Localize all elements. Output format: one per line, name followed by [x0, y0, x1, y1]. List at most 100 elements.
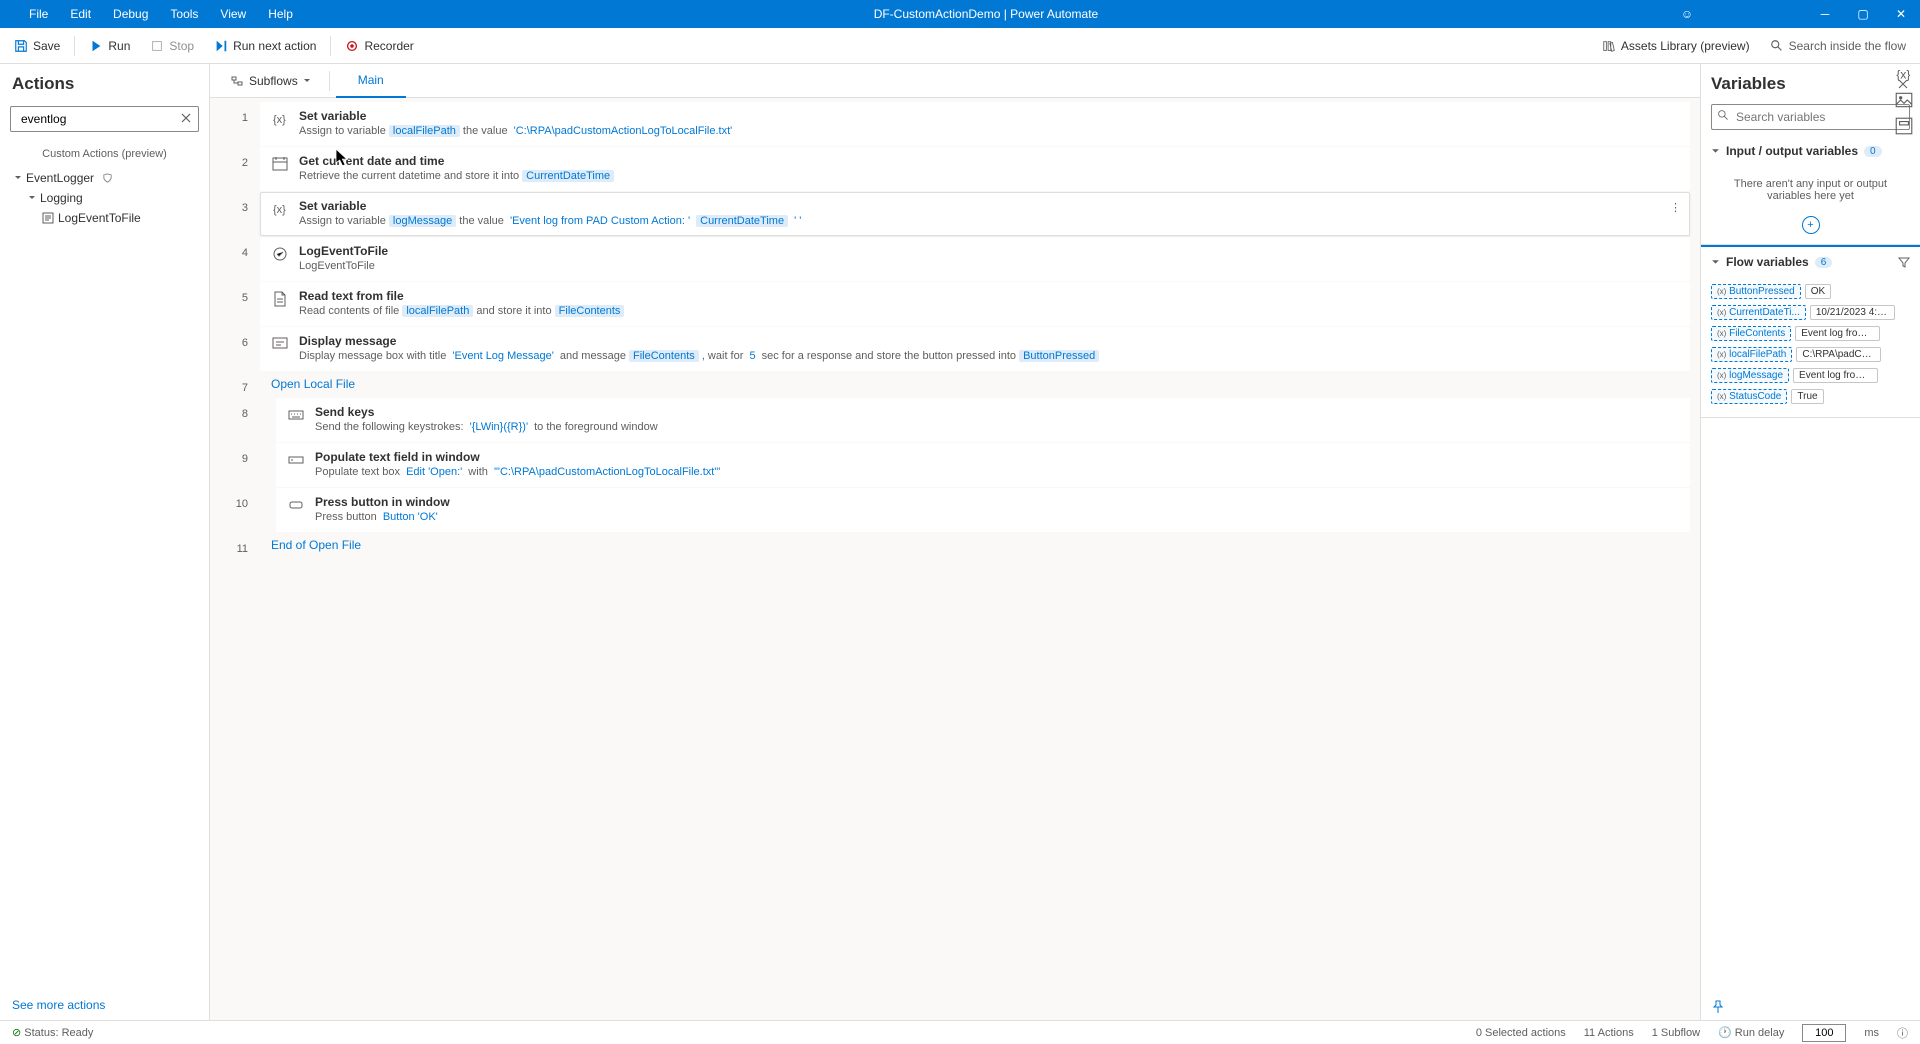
titlebar: File Edit Debug Tools View Help DF-Custo…: [0, 0, 1920, 28]
window-title: DF-CustomActionDemo | Power Automate: [304, 7, 1668, 21]
user-area[interactable]: [1706, 0, 1806, 28]
clear-search-icon[interactable]: [179, 111, 193, 125]
tabs-bar: Subflows Main: [210, 64, 1700, 98]
variable-chip[interactable]: (x) CurrentDateTi... 10/21/2023 4:58:53.…: [1711, 305, 1895, 320]
run-button[interactable]: Run: [79, 28, 140, 64]
step-title: Get current date and time: [299, 154, 1679, 168]
tab-main[interactable]: Main: [336, 64, 406, 98]
menu-help[interactable]: Help: [257, 0, 304, 28]
step-number: 5: [228, 282, 256, 304]
step-title: Send keys: [315, 405, 1679, 419]
save-button[interactable]: Save: [4, 28, 70, 64]
step-title: End of Open File: [271, 538, 1679, 552]
step-press-button[interactable]: Press button in window Press button Butt…: [276, 488, 1690, 532]
step-description: Assign to variable logMessage the value …: [299, 214, 1679, 229]
step-get-datetime[interactable]: Get current date and time Retrieve the c…: [260, 147, 1690, 191]
actions-heading: Actions: [0, 64, 209, 100]
step-description: Populate text box Edit 'Open:' with '"C:…: [315, 465, 1679, 480]
variable-chip[interactable]: (x) logMessage Event log from PAD...: [1711, 368, 1878, 383]
step-title: LogEventToFile: [299, 244, 1679, 258]
step-number: 10: [228, 488, 256, 510]
step-send-keys[interactable]: Send keys Send the following keystrokes:…: [276, 398, 1690, 442]
status-ready: ⊘ Status: Ready: [12, 1026, 93, 1039]
ui-elements-tab-icon[interactable]: [1894, 116, 1914, 136]
svg-text:{x}: {x}: [273, 204, 286, 216]
stop-button: Stop: [140, 28, 204, 64]
recorder-button[interactable]: Recorder: [335, 28, 423, 64]
filter-icon[interactable]: [1898, 256, 1910, 268]
see-more-actions-link[interactable]: See more actions: [12, 998, 105, 1012]
variables-tab-icon[interactable]: {x}: [1894, 64, 1914, 84]
run-delay-input[interactable]: [1802, 1024, 1846, 1042]
step-display-message[interactable]: Display message Display message box with…: [260, 327, 1690, 371]
menu-view[interactable]: View: [209, 0, 257, 28]
step-read-text[interactable]: Read text from file Read contents of fil…: [260, 282, 1690, 326]
chevron-down-icon: [28, 194, 36, 202]
step-number: 7: [228, 372, 256, 394]
search-flow[interactable]: Search inside the flow: [1760, 28, 1916, 64]
calendar-icon: [271, 155, 289, 173]
variable-chip[interactable]: (x) StatusCode True: [1711, 389, 1824, 404]
step-set-variable-2[interactable]: {x} Set variable Assign to variable logM…: [260, 192, 1690, 236]
subflows-icon: [230, 74, 244, 88]
variable-value: True: [1791, 389, 1823, 404]
info-icon[interactable]: ⓘ: [1897, 1025, 1908, 1041]
step-number: 9: [228, 443, 256, 465]
chevron-down-icon: [14, 174, 22, 182]
step-logeventtofile[interactable]: LogEventToFile LogEventToFile: [260, 237, 1690, 281]
tree-node-logging[interactable]: Logging: [0, 188, 209, 208]
flow-canvas[interactable]: 1 {x} Set variable Assign to variable lo…: [210, 98, 1700, 1020]
subflow-count: 1 Subflow: [1652, 1027, 1700, 1039]
flow-variables-header[interactable]: Flow variables6: [1701, 247, 1920, 277]
assets-library-button[interactable]: Assets Library (preview): [1592, 28, 1760, 64]
step-description: Read contents of file localFilePath and …: [299, 304, 1679, 319]
run-next-button[interactable]: Run next action: [204, 28, 326, 64]
message-icon: [271, 335, 289, 353]
step-region-open[interactable]: Open Local File: [260, 372, 1690, 397]
step-number: 6: [228, 327, 256, 349]
menu-edit[interactable]: Edit: [59, 0, 102, 28]
feedback-icon[interactable]: ☺: [1668, 0, 1706, 28]
variables-search-input[interactable]: [1711, 104, 1910, 130]
variables-heading: Variables: [1711, 74, 1896, 94]
ms-label: ms: [1864, 1027, 1879, 1039]
actions-search-input[interactable]: [10, 106, 199, 132]
run-delay-label: 🕐 Run delay: [1718, 1026, 1784, 1039]
subflows-button[interactable]: Subflows: [218, 64, 323, 98]
step-title: Open Local File: [271, 377, 1679, 391]
variable-icon: {x}: [271, 200, 289, 218]
add-io-variable-button[interactable]: +: [1802, 216, 1820, 234]
step-number: 11: [228, 533, 256, 555]
stop-icon: [150, 39, 164, 53]
maximize-button[interactable]: ▢: [1844, 0, 1882, 28]
canvas-area: Subflows Main 1 {x} Set variable Assign …: [210, 64, 1700, 1020]
step-title: Display message: [299, 334, 1679, 348]
variable-name: (x) logMessage: [1711, 368, 1789, 383]
svg-text:{x}: {x}: [1896, 67, 1910, 81]
close-button[interactable]: ✕: [1882, 0, 1920, 28]
step-region-end[interactable]: End of Open File: [260, 533, 1690, 558]
variable-chip[interactable]: (x) FileContents Event log from PAD...: [1711, 326, 1880, 341]
variable-name: (x) localFilePath: [1711, 347, 1792, 362]
variables-panel: Variables Input / output variables0 Ther…: [1700, 64, 1920, 1020]
images-tab-icon[interactable]: [1894, 90, 1914, 110]
flow-count-badge: 6: [1815, 257, 1833, 268]
menu-file[interactable]: File: [18, 0, 59, 28]
step-populate-text[interactable]: Populate text field in window Populate t…: [276, 443, 1690, 487]
more-icon[interactable]: ⋮: [1670, 201, 1681, 214]
minimize-button[interactable]: ─: [1806, 0, 1844, 28]
step-set-variable[interactable]: {x} Set variable Assign to variable loca…: [260, 102, 1690, 146]
tree-node-logeventtofile[interactable]: LogEventToFile: [0, 208, 209, 228]
play-icon: [89, 39, 103, 53]
tree-node-eventlogger[interactable]: EventLogger: [0, 168, 209, 188]
variable-chip[interactable]: (x) localFilePath C:\RPA\padCusto...: [1711, 347, 1881, 362]
keyboard-icon: [287, 406, 305, 424]
variable-name: (x) ButtonPressed: [1711, 284, 1801, 299]
io-variables-header[interactable]: Input / output variables0: [1701, 136, 1920, 166]
pin-icon[interactable]: [1711, 1000, 1910, 1014]
menubar: File Edit Debug Tools View Help: [0, 0, 304, 28]
variable-chip[interactable]: (x) ButtonPressed OK: [1711, 284, 1831, 299]
menu-tools[interactable]: Tools: [159, 0, 209, 28]
step-icon: [214, 39, 228, 53]
menu-debug[interactable]: Debug: [102, 0, 159, 28]
